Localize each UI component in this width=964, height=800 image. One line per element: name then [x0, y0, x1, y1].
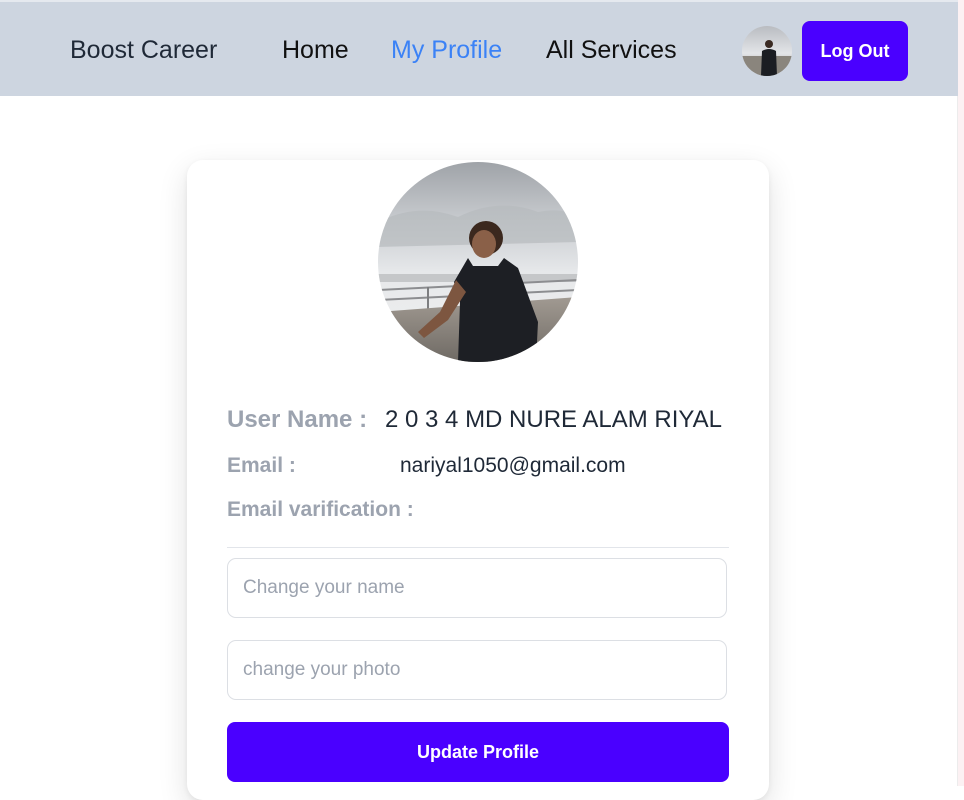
logout-button[interactable]: Log Out: [802, 21, 908, 81]
change-name-input[interactable]: [227, 558, 727, 618]
username-value: 2 0 3 4 MD NURE ALAM RIYAL: [385, 406, 723, 433]
username-row: User Name : 2 0 3 4 MD NURE ALAM RIYAL: [227, 406, 722, 434]
user-avatar[interactable]: [742, 26, 792, 76]
change-photo-input[interactable]: [227, 640, 727, 700]
nav-link-home[interactable]: Home: [282, 36, 349, 65]
nav-link-my-profile[interactable]: My Profile: [391, 36, 502, 65]
navbar: Boost Career Home My Profile All Service…: [0, 0, 958, 96]
nav-link-all-services[interactable]: All Services: [546, 36, 677, 65]
brand-logo-text[interactable]: Boost Career: [70, 36, 217, 65]
profile-card: User Name : 2 0 3 4 MD NURE ALAM RIYAL E…: [187, 160, 769, 800]
username-label: User Name :: [227, 406, 368, 433]
email-verification-row: Email varification :: [227, 498, 414, 522]
email-verification-label: Email varification :: [227, 498, 414, 521]
update-profile-button[interactable]: Update Profile: [227, 722, 729, 782]
email-row: Email : nariyal1050@gmail.com: [227, 454, 626, 478]
email-label: Email :: [227, 454, 296, 477]
profile-photo: [378, 162, 578, 362]
divider: [227, 547, 729, 548]
page-edge-strip: [957, 0, 964, 786]
email-value: nariyal1050@gmail.com: [400, 454, 626, 477]
